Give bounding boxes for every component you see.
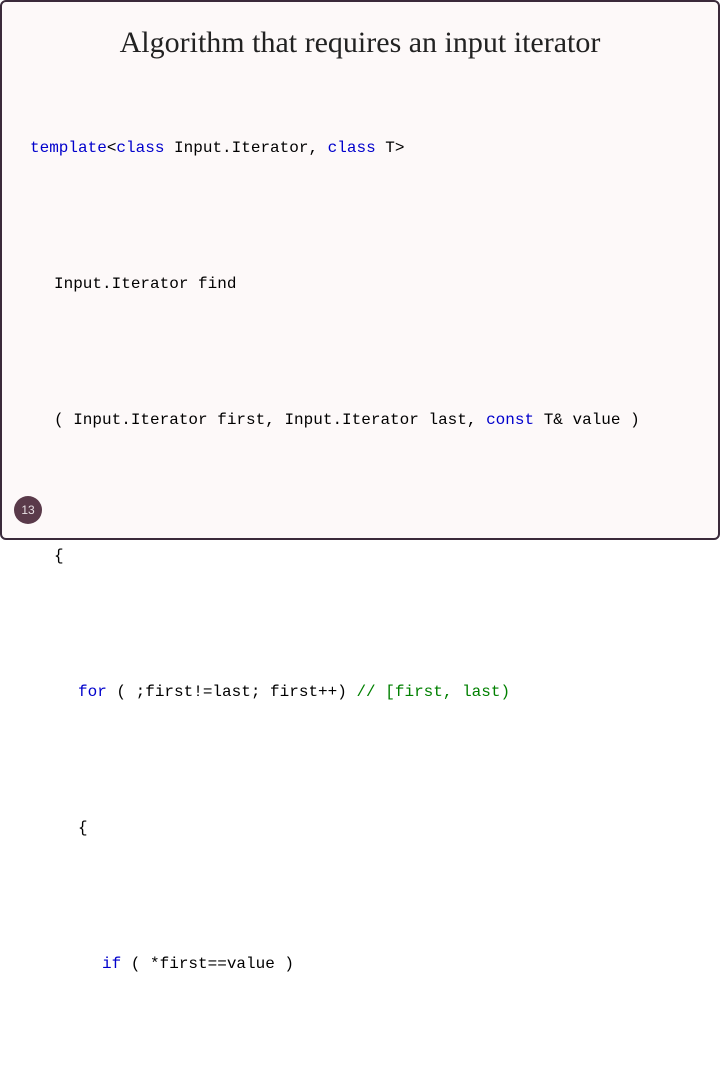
code-line-1: template<class Input.Iterator, class T> bbox=[30, 136, 690, 161]
code-text: ( Input.Iterator first, Input.Iterator l… bbox=[54, 411, 486, 429]
slide-title: Algorithm that requires an input iterato… bbox=[30, 26, 690, 60]
kw-const: const bbox=[486, 411, 534, 429]
page-number-badge: 13 bbox=[14, 496, 42, 524]
code-line-7: if ( *first==value ) bbox=[30, 952, 690, 977]
slide-frame: Algorithm that requires an input iterato… bbox=[0, 0, 720, 540]
code-line-2: Input.Iterator find bbox=[30, 272, 690, 297]
code-text: T> bbox=[376, 139, 405, 157]
code-text: Input.Iterator, bbox=[164, 139, 327, 157]
code-text: ( *first==value ) bbox=[121, 955, 294, 973]
kw-template: template bbox=[30, 139, 107, 157]
blank-line bbox=[30, 890, 690, 902]
code-text: ( ;first!=last; first++) bbox=[107, 683, 357, 701]
code-line-3: ( Input.Iterator first, Input.Iterator l… bbox=[30, 408, 690, 433]
code-block: template<class Input.Iterator, class T> … bbox=[30, 86, 690, 1080]
code-comment: // [first, last) bbox=[356, 683, 510, 701]
kw-for: for bbox=[78, 683, 107, 701]
code-text: < bbox=[107, 139, 117, 157]
blank-line bbox=[30, 618, 690, 630]
kw-if: if bbox=[102, 955, 121, 973]
code-line-6: { bbox=[30, 816, 690, 841]
page-number: 13 bbox=[21, 503, 34, 517]
code-line-4: { bbox=[30, 544, 690, 569]
blank-line bbox=[30, 210, 690, 222]
blank-line bbox=[30, 754, 690, 766]
kw-class: class bbox=[328, 139, 376, 157]
kw-class: class bbox=[116, 139, 164, 157]
blank-line bbox=[30, 1026, 690, 1038]
code-line-5: for ( ;first!=last; first++) // [first, … bbox=[30, 680, 690, 705]
blank-line bbox=[30, 346, 690, 358]
code-text: T& value ) bbox=[534, 411, 640, 429]
blank-line bbox=[30, 482, 690, 494]
